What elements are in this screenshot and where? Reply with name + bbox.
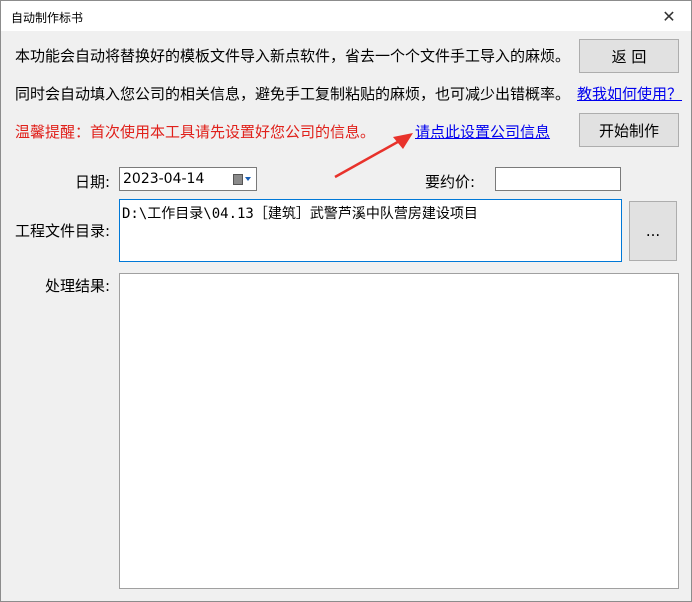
window-title: 自动制作标书	[11, 11, 84, 25]
calendar-dropdown-icon[interactable]	[233, 173, 251, 185]
intro-line-2: 同时会自动填入您公司的相关信息，避免手工复制粘贴的麻烦，也可减少出错概率。	[15, 85, 571, 103]
red-arrow-icon	[334, 133, 413, 179]
browse-button-label: ...	[645, 222, 661, 240]
result-textarea[interactable]	[119, 273, 679, 589]
project-dir-value: D:\工作目录\04.13［建筑］武警芦溪中队营房建设项目	[122, 206, 478, 222]
warning-text: 温馨提醒：首次使用本工具请先设置好您公司的信息。	[15, 123, 376, 141]
project-dir-input[interactable]: D:\工作目录\04.13［建筑］武警芦溪中队营房建设项目	[119, 199, 622, 262]
title-bar: 自动制作标书 ✕	[1, 1, 691, 31]
date-picker[interactable]: 2023-04-14	[119, 167, 257, 191]
price-input[interactable]	[495, 167, 621, 191]
date-label: 日期:	[75, 173, 111, 191]
close-icon: ✕	[662, 6, 676, 26]
start-button[interactable]: 开始制作	[579, 113, 679, 147]
result-label: 处理结果:	[45, 277, 111, 295]
price-label: 要约价:	[425, 173, 476, 191]
back-button-label: 返 回	[611, 47, 647, 66]
dir-label: 工程文件目录:	[15, 222, 111, 240]
intro-line-1: 本功能会自动将替换好的模板文件导入新点软件，省去一个个文件手工导入的麻烦。	[15, 47, 571, 65]
help-link[interactable]: 教我如何使用？	[577, 83, 682, 104]
close-button[interactable]: ✕	[647, 1, 691, 31]
date-value: 2023-04-14	[123, 171, 205, 187]
browse-button[interactable]: ...	[629, 201, 677, 261]
back-button[interactable]: 返 回	[579, 39, 679, 73]
settings-link[interactable]: 请点此设置公司信息	[415, 121, 550, 142]
dialog-window: 自动制作标书 ✕ 本功能会自动将替换好的模板文件导入新点软件，省去一个个文件手工…	[0, 0, 692, 602]
start-button-label: 开始制作	[598, 121, 659, 140]
